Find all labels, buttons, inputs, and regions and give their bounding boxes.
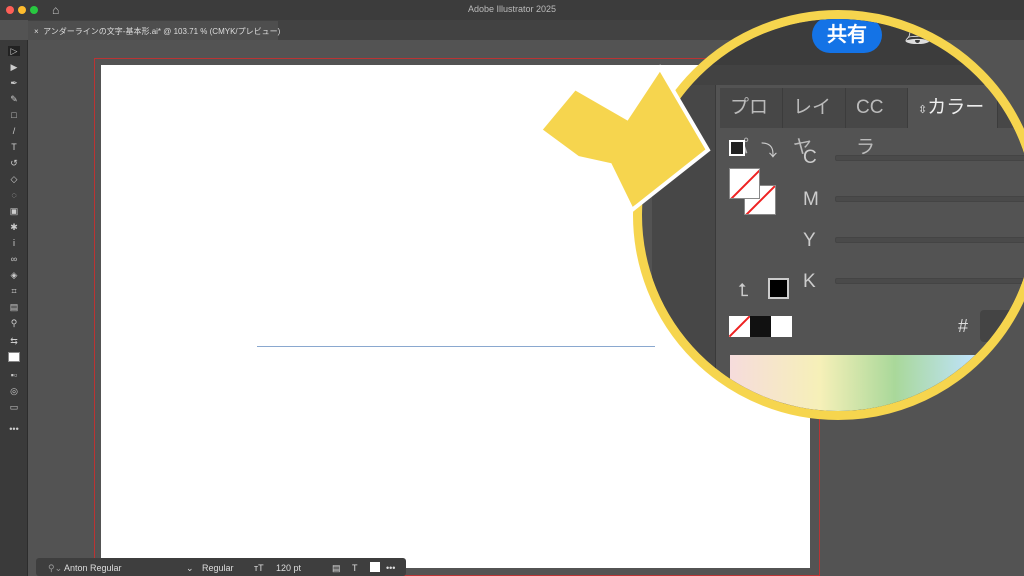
- black-swatch[interactable]: [750, 316, 771, 337]
- notification-dot: [920, 20, 929, 29]
- chevron-down-icon[interactable]: ⌄: [186, 563, 194, 574]
- type-tool-icon[interactable]: T: [8, 142, 20, 152]
- document-tab-label: アンダーラインの文字-基本形.ai* @ 103.71 % (CMYK/プレビュ…: [43, 27, 281, 36]
- blend-tool-icon[interactable]: ∞: [8, 254, 20, 264]
- tools-panel: ▷ ▶ ✒ ✎ □ / T ↺ ◇ ◌ ▣ ✱ ⅰ ∞ ◈ ⌗ ▤ ⚲ ⇆ ▪▫…: [0, 40, 28, 576]
- color-spectrum[interactable]: [730, 355, 1024, 411]
- rotate-tool-icon[interactable]: ↺: [8, 158, 20, 168]
- channel-y-slider[interactable]: [835, 237, 1024, 243]
- artboard-tool-icon[interactable]: ⌗: [8, 286, 20, 296]
- rectangle-tool-icon[interactable]: □: [8, 110, 20, 120]
- font-search-icon[interactable]: ⚲⌄: [48, 563, 62, 574]
- document-tab[interactable]: × アンダーラインの文字-基本形.ai* @ 103.71 % (CMYK/プレ…: [28, 21, 281, 40]
- channel-c-slider[interactable]: [835, 155, 1024, 161]
- tab-color-label: カラー: [927, 97, 985, 118]
- fill-swatch[interactable]: [8, 352, 20, 362]
- channel-y-label: Y: [803, 230, 816, 251]
- font-size-field[interactable]: 120 pt: [276, 563, 301, 573]
- fill-none-swatch[interactable]: [370, 562, 380, 572]
- paintbrush-tool-icon[interactable]: /: [8, 126, 20, 136]
- character-icon[interactable]: T: [352, 563, 358, 573]
- mesh-tool-icon[interactable]: ✱: [8, 222, 20, 232]
- graph-tool-icon[interactable]: ▤: [8, 302, 20, 312]
- tab-options-icon: ⇳: [918, 104, 928, 116]
- collapsed-panel-strip: [652, 85, 716, 411]
- draw-mode-icon[interactable]: ◎: [8, 386, 20, 396]
- font-size-icon: тT: [254, 563, 264, 573]
- contextual-task-bar: ⚲⌄ Anton Regular ⌄ Regular тT 120 pt ▤ T…: [36, 558, 406, 576]
- font-family-select[interactable]: Anton Regular: [64, 563, 122, 573]
- tab-cc-libraries[interactable]: CC ラ: [846, 88, 908, 158]
- zoom-tool-icon[interactable]: ⚲: [8, 318, 20, 328]
- fill-swatch-none[interactable]: [729, 168, 760, 199]
- swap-colors-icon[interactable]: ⇆: [8, 336, 20, 346]
- channel-m-label: M: [803, 189, 819, 210]
- hex-input[interactable]: [980, 310, 1024, 342]
- magnified-callout: 共有 🔔︎ ⚲ ‹‹ プロパ レイヤ CC ラ ⇳カラー カ ⤵ C M Y K…: [633, 10, 1024, 420]
- out-of-gamut-icon[interactable]: ⮤: [738, 280, 749, 301]
- pen-tool-icon[interactable]: ✒: [8, 78, 20, 88]
- channel-m-slider[interactable]: [835, 196, 1024, 202]
- tab-properties[interactable]: プロパ: [720, 88, 783, 158]
- curvature-tool-icon[interactable]: ✎: [8, 94, 20, 104]
- tab-color[interactable]: ⇳カラー: [908, 88, 998, 128]
- white-swatch[interactable]: [771, 316, 792, 337]
- lasso-tool-icon[interactable]: ◌: [8, 190, 20, 200]
- color-mode-icons[interactable]: ▪▫: [8, 370, 20, 380]
- paragraph-icon[interactable]: ▤: [332, 563, 341, 574]
- screen-mode-icon[interactable]: ▭: [8, 402, 20, 412]
- tab-more[interactable]: カ: [998, 88, 1024, 128]
- search-icon[interactable]: ⚲: [953, 19, 972, 48]
- share-button[interactable]: 共有: [812, 19, 882, 53]
- channel-c-label: C: [803, 147, 817, 168]
- eyedropper-tool-icon[interactable]: ⅰ: [8, 238, 20, 248]
- tab-layers[interactable]: レイヤ: [783, 88, 846, 158]
- more-options-button[interactable]: •••: [386, 563, 395, 573]
- close-tab-icon[interactable]: ×: [34, 27, 39, 36]
- eraser-tool-icon[interactable]: ◇: [8, 174, 20, 184]
- selection-tool-icon[interactable]: ▷: [8, 46, 20, 56]
- direct-selection-tool-icon[interactable]: ▶: [8, 62, 20, 72]
- hex-label: #: [958, 316, 969, 336]
- none-swatch[interactable]: [729, 316, 750, 337]
- more-tools-icon[interactable]: •••: [8, 424, 20, 434]
- channel-k-label: K: [803, 271, 816, 292]
- last-color-swatch[interactable]: [768, 278, 789, 299]
- collapse-panels-button[interactable]: ‹‹: [696, 66, 703, 77]
- font-style-select[interactable]: Regular: [202, 563, 234, 573]
- selected-line-path[interactable]: [257, 346, 655, 347]
- gradient-tool-icon[interactable]: ▣: [8, 206, 20, 216]
- default-colors-icon[interactable]: [729, 140, 745, 156]
- shape-builder-tool-icon[interactable]: ◈: [8, 270, 20, 280]
- channel-k-slider[interactable]: [835, 278, 1024, 284]
- swap-fill-stroke-icon[interactable]: ⤵: [761, 137, 777, 161]
